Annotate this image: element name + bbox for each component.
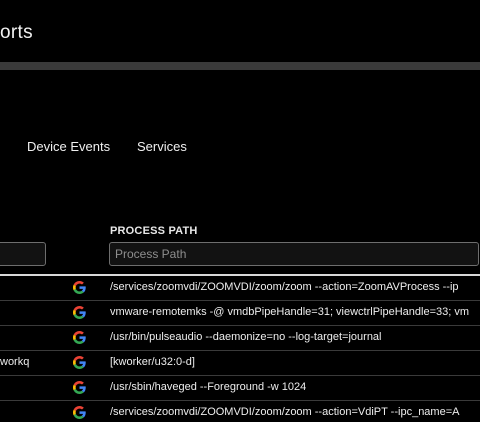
name-filter-input[interactable] (0, 242, 46, 266)
tab-bar: Device Events Services (0, 139, 480, 159)
google-icon (73, 406, 86, 419)
process-path: /usr/bin/pulseaudio --daemonize=no --log… (110, 331, 382, 343)
table-row[interactable]: /services/zoomvdi/ZOOMVDI/zoom/zoom --ac… (0, 401, 480, 422)
process-path: /services/zoomvdi/ZOOMVDI/zoom/zoom --ac… (110, 281, 459, 293)
google-icon (73, 381, 86, 394)
tab-services[interactable]: Services (137, 139, 187, 154)
google-icon (73, 331, 86, 344)
process-path: /services/zoomvdi/ZOOMVDI/zoom/zoom --ac… (110, 406, 460, 418)
google-icon (73, 281, 86, 294)
process-path: vmware-remotemks -@ vmdbPipeHandle=31; v… (110, 306, 470, 318)
process-path: [kworker/u32:0-d] (110, 356, 195, 368)
tab-device-events[interactable]: Device Events (27, 139, 110, 154)
google-icon (73, 306, 86, 319)
google-icon (73, 356, 86, 369)
process-path: /usr/sbin/haveged --Foreground -w 1024 (110, 381, 307, 393)
process-table-body: /services/zoomvdi/ZOOMVDI/zoom/zoom --ac… (0, 276, 480, 422)
process-path-filter-input[interactable] (109, 242, 479, 266)
header-divider (0, 62, 480, 70)
table-row[interactable]: workq [kworker/u32:0-d] (0, 351, 480, 376)
table-row[interactable]: /services/zoomvdi/ZOOMVDI/zoom/zoom --ac… (0, 276, 480, 301)
processes-page: orts Device Events Services PROCESS PATH… (0, 0, 480, 422)
table-row[interactable]: /usr/bin/pulseaudio --daemonize=no --log… (0, 326, 480, 351)
process-name: workq (0, 356, 30, 368)
table-row[interactable]: vmware-remotemks -@ vmdbPipeHandle=31; v… (0, 301, 480, 326)
table-row[interactable]: /usr/sbin/haveged --Foreground -w 1024 (0, 376, 480, 401)
column-header-process-path[interactable]: PROCESS PATH (110, 225, 198, 237)
page-title: orts (0, 22, 33, 43)
